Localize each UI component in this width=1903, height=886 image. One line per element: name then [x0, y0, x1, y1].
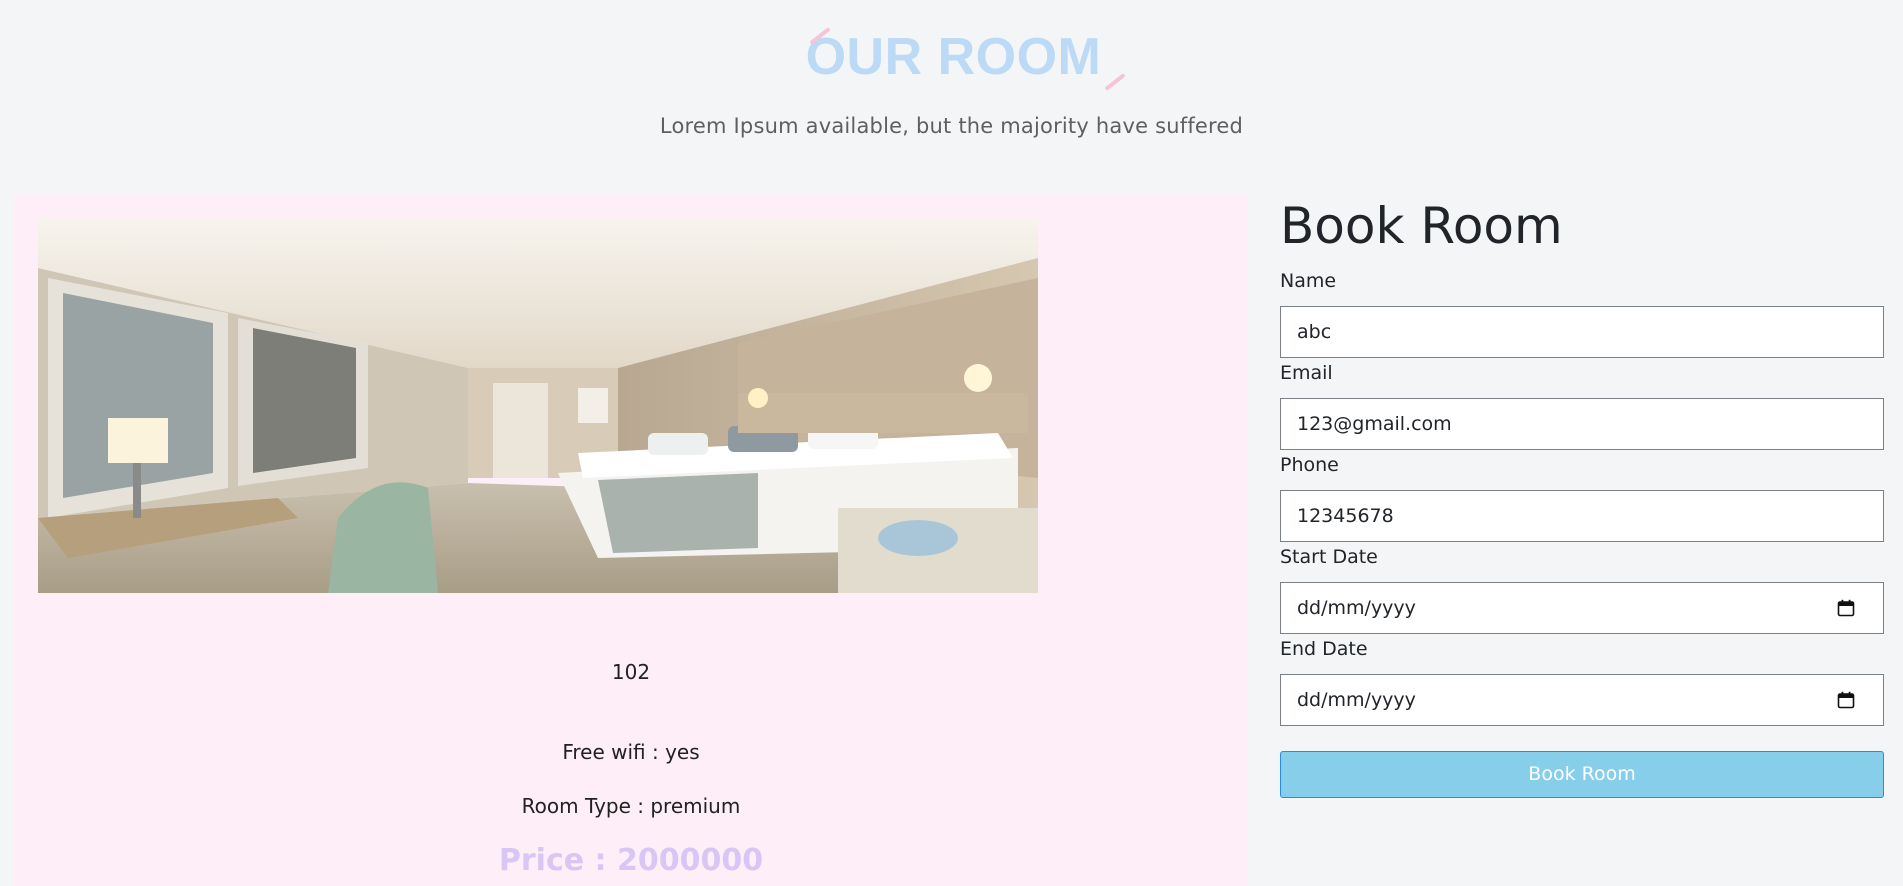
- name-field[interactable]: abc: [1280, 306, 1884, 358]
- section-header: OUR ROOM: [0, 22, 1903, 92]
- page-title: OUR ROOM: [805, 22, 1127, 92]
- calendar-icon[interactable]: [1837, 691, 1855, 709]
- room-image: [38, 218, 1038, 593]
- start-date-placeholder: dd/mm/yyyy: [1297, 597, 1416, 619]
- email-field[interactable]: 123@gmail.com: [1280, 398, 1884, 450]
- page-subtitle: Lorem Ipsum available, but the majority …: [659, 114, 1244, 138]
- end-date-field[interactable]: dd/mm/yyyy: [1280, 674, 1884, 726]
- room-photo-illustration: [38, 218, 1038, 593]
- room-wifi: Free wifi : yes: [562, 740, 700, 764]
- booking-form-heading: Book Room: [1280, 197, 1563, 255]
- title-accent-right: [1104, 73, 1127, 91]
- room-number: 102: [611, 660, 651, 684]
- phone-label: Phone: [1280, 454, 1339, 476]
- calendar-icon[interactable]: [1837, 599, 1855, 617]
- end-date-placeholder: dd/mm/yyyy: [1297, 689, 1416, 711]
- book-room-button[interactable]: Book Room: [1280, 751, 1884, 798]
- start-date-label: Start Date: [1280, 546, 1378, 568]
- page-title-text: OUR ROOM: [805, 28, 1102, 86]
- room-type: Room Type : premium: [521, 794, 741, 818]
- phone-field[interactable]: 12345678: [1280, 490, 1884, 542]
- room-price: Price : 2000000: [498, 843, 764, 878]
- end-date-label: End Date: [1280, 638, 1368, 660]
- start-date-field[interactable]: dd/mm/yyyy: [1280, 582, 1884, 634]
- room-card: 102 Free wifi : yes Room Type : premium …: [14, 194, 1248, 886]
- name-label: Name: [1280, 270, 1337, 292]
- email-label: Email: [1280, 362, 1333, 384]
- page: OUR ROOM Lorem Ipsum available, but the …: [0, 0, 1903, 886]
